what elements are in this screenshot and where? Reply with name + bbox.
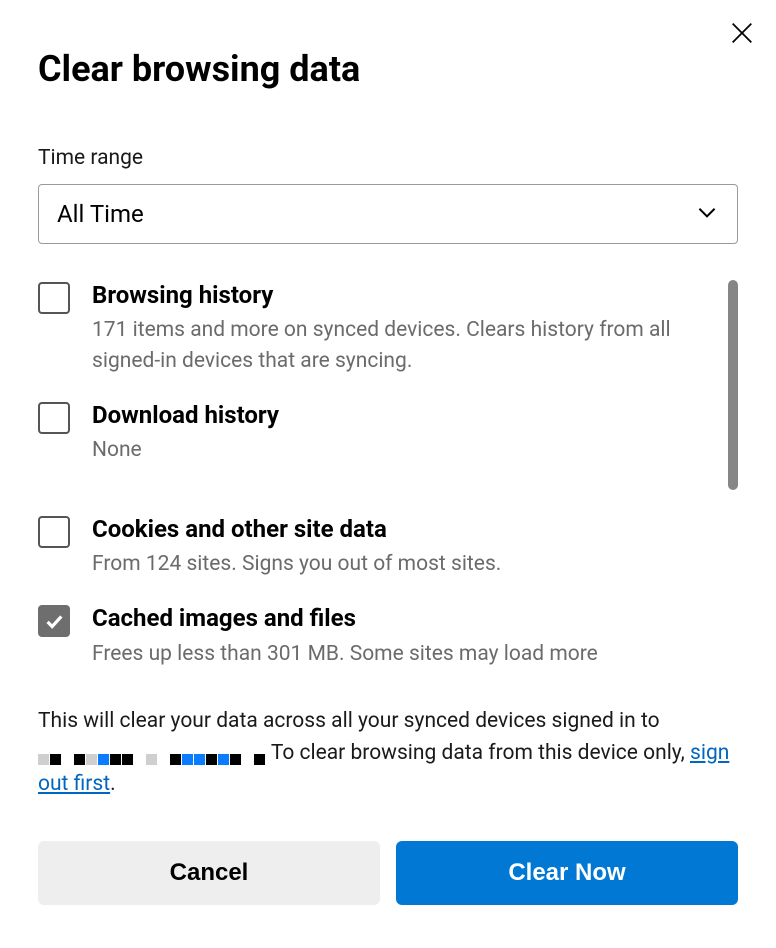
dialog-title: Clear browsing data [38, 48, 738, 90]
footer-period: . [110, 772, 116, 796]
option-download-history: Download history None [38, 400, 708, 466]
checkbox-cookies[interactable] [38, 516, 70, 548]
clear-now-button[interactable]: Clear Now [396, 841, 738, 905]
button-row: Cancel Clear Now [38, 841, 738, 905]
option-browsing-history: Browsing history 171 items and more on s… [38, 280, 708, 376]
scrollbar[interactable] [728, 280, 738, 490]
checkbox-download-history[interactable] [38, 402, 70, 434]
close-button[interactable] [726, 18, 758, 50]
option-desc: Frees up less than 301 MB. Some sites ma… [92, 639, 708, 669]
option-cookies: Cookies and other site data From 124 sit… [38, 514, 708, 580]
option-title: Cached images and files [92, 603, 708, 634]
timerange-label: Time range [38, 146, 738, 170]
options-list: Browsing history 171 items and more on s… [38, 280, 738, 690]
close-icon [728, 19, 756, 50]
option-desc: 171 items and more on synced devices. Cl… [92, 315, 708, 376]
clear-browsing-data-dialog: Clear browsing data Time range All Time … [0, 0, 776, 948]
redacted-email [38, 744, 266, 762]
option-cached: Cached images and files Frees up less th… [38, 603, 708, 669]
checkbox-browsing-history[interactable] [38, 282, 70, 314]
footer-text-before: This will clear your data across all you… [38, 709, 660, 733]
option-title: Download history [92, 400, 708, 431]
timerange-select[interactable]: All Time [38, 184, 738, 244]
option-title: Browsing history [92, 280, 708, 311]
option-desc: None [92, 435, 708, 465]
cancel-button[interactable]: Cancel [38, 841, 380, 905]
option-desc: From 124 sites. Signs you out of most si… [92, 549, 708, 579]
option-title: Cookies and other site data [92, 514, 708, 545]
footer-text-after: To clear browsing data from this device … [271, 741, 690, 765]
checkbox-cached[interactable] [38, 605, 70, 637]
footer-note: This will clear your data across all you… [38, 706, 738, 801]
timerange-value: All Time [57, 200, 144, 228]
